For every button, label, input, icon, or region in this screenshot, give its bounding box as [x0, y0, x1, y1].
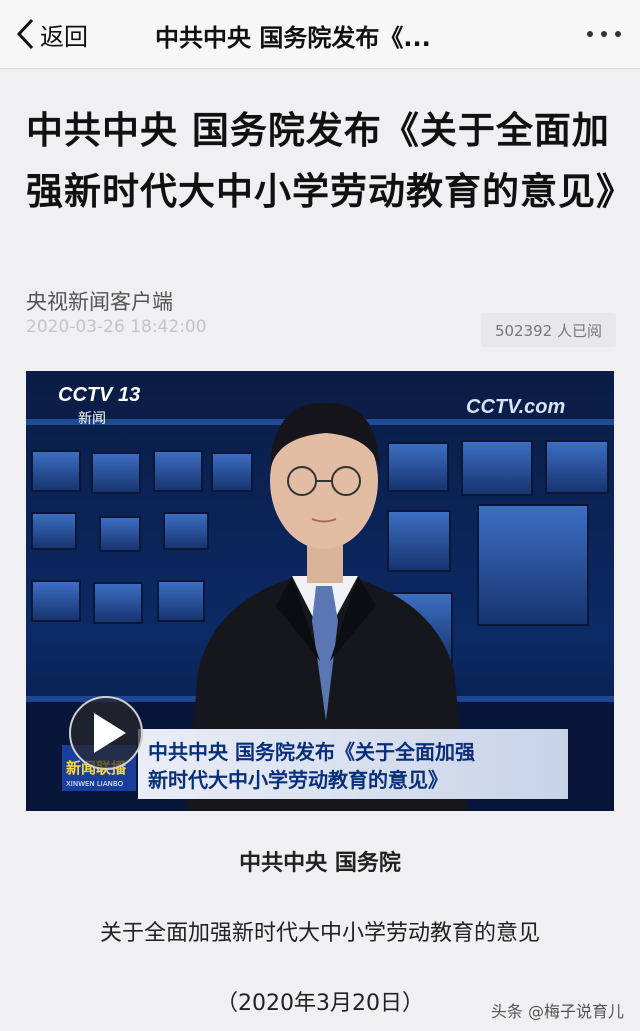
- article-source[interactable]: 央视新闻客户端: [26, 286, 173, 316]
- chevron-left-icon: [16, 18, 34, 50]
- play-icon[interactable]: [69, 696, 143, 770]
- video-player[interactable]: CCTV 13 新闻 CCTV.com 中共中央 国务院发布《关于全面加强 新时…: [26, 371, 614, 811]
- caption-line-2: 新时代大中小学劳动教育的意见》: [148, 768, 448, 792]
- cctv-com-logo: CCTV.com: [466, 396, 565, 418]
- svg-text:新闻: 新闻: [78, 411, 106, 427]
- watermark: 头条 @梅子说育儿: [490, 1002, 624, 1021]
- back-button[interactable]: 返回: [14, 16, 88, 52]
- more-icon[interactable]: [584, 24, 624, 44]
- read-count-badge: 502392 人已阅: [480, 313, 616, 347]
- back-label: 返回: [40, 22, 88, 51]
- article-title: 中共中央 国务院发布《关于全面加强新时代大中小学劳动教育的意见》: [26, 109, 634, 213]
- nav-bar: 返回 中共中央 国务院发布《...: [0, 0, 640, 69]
- nav-title: 中共中央 国务院发布《...: [155, 24, 431, 52]
- program-logo-en: XINWEN LIANBO: [66, 780, 124, 788]
- svg-text:CCTV 13: CCTV 13: [58, 384, 140, 406]
- article-date: 2020-03-26 18:42:00: [26, 317, 207, 337]
- caption-line-1: 中共中央 国务院发布《关于全面加强: [148, 740, 475, 764]
- body-doc-title: 关于全面加强新时代大中小学劳动教育的意见: [99, 921, 540, 946]
- video-frame: CCTV 13 新闻 CCTV.com 中共中央 国务院发布《关于全面加强 新时…: [26, 371, 614, 811]
- body-issuer: 中共中央 国务院: [239, 851, 401, 876]
